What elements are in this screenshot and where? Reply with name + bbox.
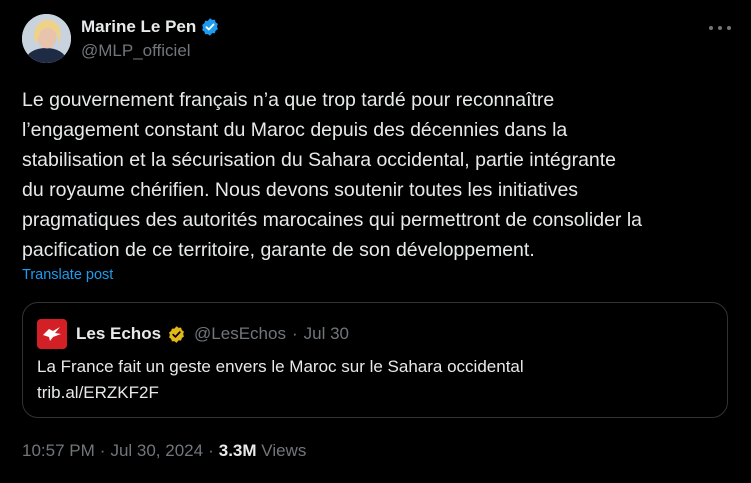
quoted-post-link: trib.al/ERZKF2F [37,383,159,402]
post-header: Marine Le Pen @MLP_officiel [22,14,733,66]
translate-post-link[interactable]: Translate post [22,267,113,283]
quoted-author-handle: @LesEchos [194,324,286,343]
quoted-post-date: Jul 30 [303,324,350,343]
views-label: Views [261,441,307,460]
post-metadata: 10:57 PM · Jul 30, 2024 · 3.3M Views [22,441,306,461]
more-horizontal-icon[interactable] [709,20,731,36]
separator-dot: · [291,324,298,343]
verified-badge-icon [200,17,220,37]
post-text: Le gouvernement français n’a que trop ta… [22,89,643,261]
separator-dot: · [208,441,214,460]
quoted-author-name: Les Echos [76,324,162,343]
quoted-author-logo[interactable] [37,319,67,349]
gold-verified-badge-icon [167,325,186,344]
quoted-post-text: La France fait un geste envers le Maroc … [37,357,524,376]
author-name[interactable]: Marine Le Pen [81,17,196,37]
quoted-post[interactable]: Les Echos @LesEchos · Jul 30 La France f… [22,302,728,418]
post-time[interactable]: 10:57 PM [22,441,95,461]
author-avatar[interactable] [22,14,71,63]
separator-dot: · [99,441,106,460]
post-date[interactable]: Jul 30, 2024 [110,441,203,461]
author-handle[interactable]: @MLP_officiel [81,41,220,61]
views-count: 3.3M [218,441,257,460]
